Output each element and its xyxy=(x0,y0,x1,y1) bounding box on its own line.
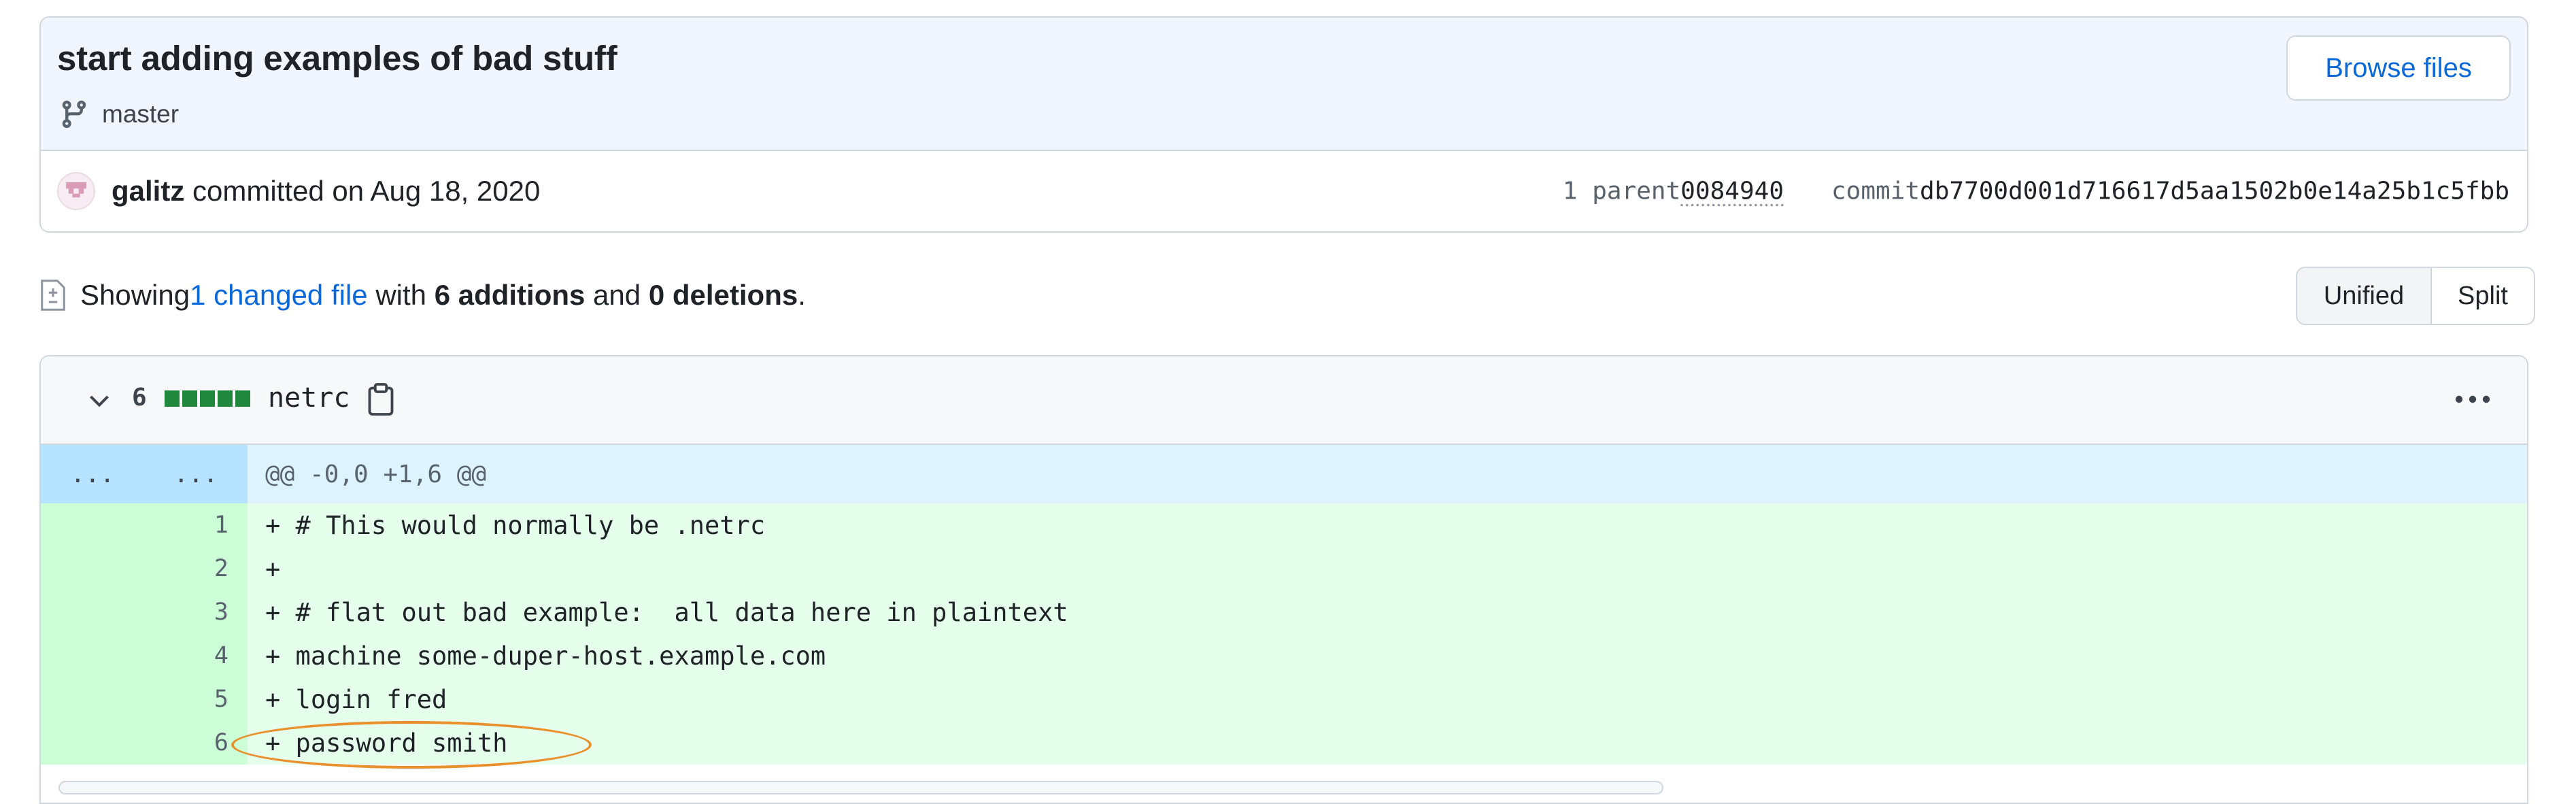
code-line: + machine some-duper-host.example.com xyxy=(265,641,826,671)
deletions-count: 0 deletions xyxy=(648,279,798,311)
commit-meta-row: galitz committed on Aug 18, 2020 1 paren… xyxy=(41,151,2527,231)
diff-line: 3 + # flat out bad example: all data her… xyxy=(41,590,2527,634)
diff-line: 5 + login fred xyxy=(41,677,2527,721)
commit-title-area: start adding examples of bad stuff maste… xyxy=(41,18,2527,151)
diff-lines: 1 + # This would normally be .netrc 2 + … xyxy=(41,503,2527,765)
line-number[interactable]: 1 xyxy=(214,503,228,547)
summary-showing: Showing xyxy=(80,279,190,311)
parent-sha-link[interactable]: 0084940 xyxy=(1680,178,1784,205)
unified-button[interactable]: Unified xyxy=(2297,268,2432,324)
line-number[interactable]: 4 xyxy=(214,634,228,677)
line-gutter: 1 xyxy=(41,503,248,547)
split-button[interactable]: Split xyxy=(2432,268,2534,324)
diffstat-block xyxy=(165,390,180,407)
commit-title: start adding examples of bad stuff xyxy=(57,39,617,78)
code-line: + # flat out bad example: all data here … xyxy=(265,597,1068,627)
diff-line: 4 + machine some-duper-host.example.com xyxy=(41,634,2527,677)
diff-line: 6 + password smith xyxy=(41,721,2527,765)
diffstat-block xyxy=(235,390,250,407)
hunk-header-row: ... ... @@ -0,0 +1,6 @@ xyxy=(41,445,2527,503)
summary-and: and xyxy=(585,279,649,311)
line-gutter: 5 xyxy=(41,677,248,721)
author-name[interactable]: galitz xyxy=(112,175,184,207)
diffstat-bar xyxy=(165,390,250,407)
line-number[interactable]: 6 xyxy=(214,721,228,765)
commit-label: commit xyxy=(1831,177,1920,205)
copy-icon[interactable] xyxy=(366,382,396,416)
diff-line: 1 + # This would normally be .netrc xyxy=(41,503,2527,547)
browse-files-button[interactable]: Browse files xyxy=(2286,35,2511,101)
diff-line: 2 + xyxy=(41,547,2527,590)
file-diff-icon xyxy=(41,280,65,311)
commit-meta: 1 parent 0084940 commit db7700d001d71661… xyxy=(1563,178,2509,205)
author-line: galitz committed on Aug 18, 2020 xyxy=(112,175,540,207)
diffstat-block xyxy=(218,390,233,407)
hunk-expand-old[interactable]: ... xyxy=(41,445,144,503)
commit-sha: db7700d001d716617d5aa1502b0e14a25b1c5fbb xyxy=(1920,177,2509,205)
line-gutter: 4 xyxy=(41,634,248,677)
next-section-edge xyxy=(58,781,1663,794)
commit-header: start adding examples of bad stuff maste… xyxy=(39,16,2528,233)
code-line: + password smith xyxy=(265,728,508,758)
file-name[interactable]: netrc xyxy=(268,382,350,414)
file-diff: 6 netrc ... ... @@ -0,0 +1,6 @@ 1 + # Th… xyxy=(39,355,2528,804)
code-line: + xyxy=(265,554,281,584)
summary-with: with xyxy=(367,279,435,311)
line-number[interactable]: 2 xyxy=(214,547,228,590)
line-gutter: 6 xyxy=(41,721,248,765)
diff-summary: Showing 1 changed file with 6 additions … xyxy=(39,272,806,318)
summary-end: . xyxy=(798,279,806,311)
hunk-expand-new[interactable]: ... xyxy=(144,445,248,503)
avatar[interactable] xyxy=(57,172,95,210)
git-branch-icon xyxy=(62,100,86,129)
code-line: + # This would normally be .netrc xyxy=(265,510,766,540)
branch-row: master xyxy=(58,95,179,133)
diffstat-block xyxy=(182,390,197,407)
line-gutter: 2 xyxy=(41,547,248,590)
diffstat-block xyxy=(200,390,215,407)
file-header: 6 netrc xyxy=(41,356,2527,445)
line-number[interactable]: 3 xyxy=(214,590,228,634)
additions-count: 6 additions xyxy=(434,279,586,311)
hunk-header: @@ -0,0 +1,6 @@ xyxy=(265,460,487,488)
committed-text: committed on Aug 18, 2020 xyxy=(184,175,541,207)
file-change-count: 6 xyxy=(132,384,147,412)
kebab-icon[interactable] xyxy=(2454,389,2492,409)
parent-label: 1 parent xyxy=(1562,177,1681,205)
changed-files-link[interactable]: 1 changed file xyxy=(190,279,368,312)
line-gutter: 3 xyxy=(41,590,248,634)
line-number[interactable]: 5 xyxy=(214,677,228,721)
code-line: + login fred xyxy=(265,684,447,714)
chevron-down-icon[interactable] xyxy=(86,386,113,414)
branch-name[interactable]: master xyxy=(102,100,179,129)
diff-view-toggle: Unified Split xyxy=(2296,267,2535,325)
